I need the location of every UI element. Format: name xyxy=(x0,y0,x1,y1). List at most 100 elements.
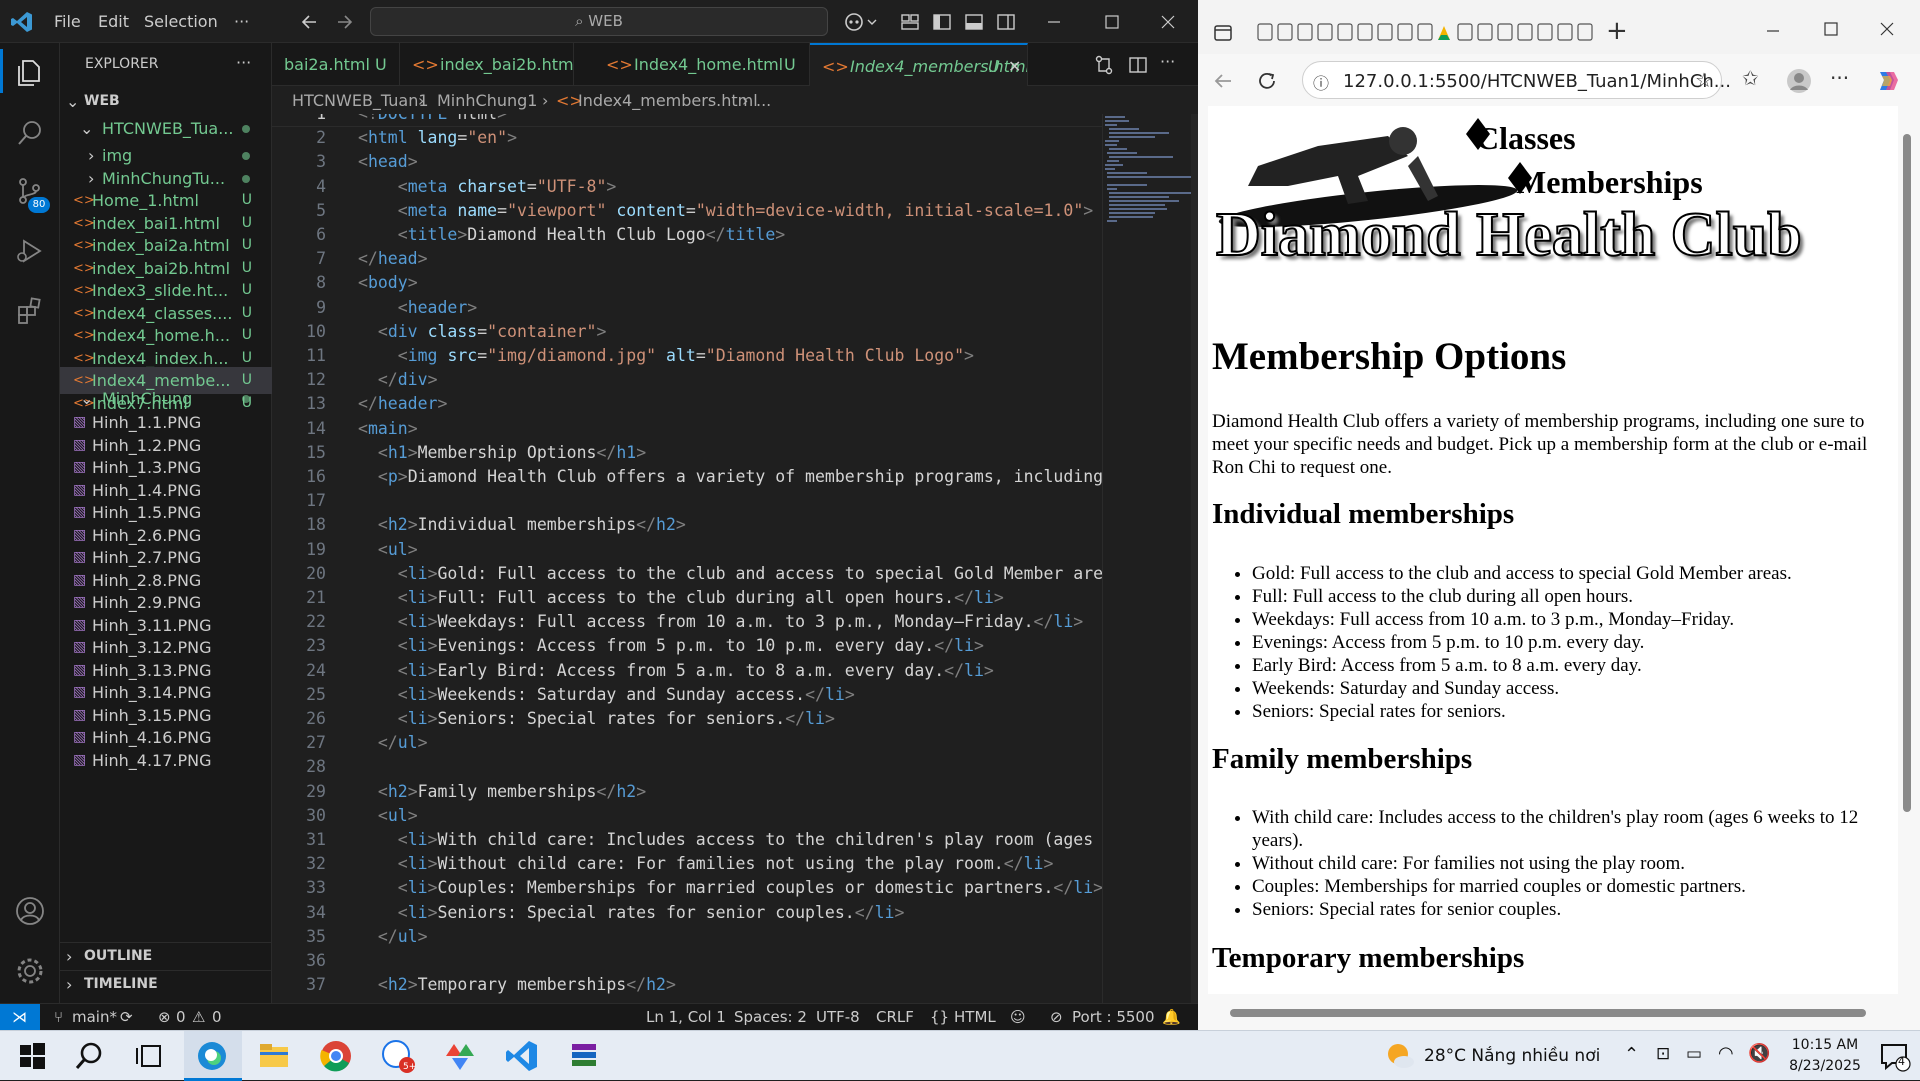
close-icon[interactable] xyxy=(1160,14,1176,30)
favorite-star-icon[interactable]: ☆ xyxy=(1695,68,1713,92)
code-line[interactable]: 7 </head> xyxy=(272,247,1102,271)
code-line[interactable]: 9 <header> xyxy=(272,296,1102,320)
chrome-icon[interactable] xyxy=(318,1038,354,1074)
new-tab-button[interactable]: + xyxy=(1606,16,1628,46)
tab-bai2a[interactable]: bai2a.html U xyxy=(272,43,400,86)
code-line[interactable]: 32 <li>Without child care: For families … xyxy=(272,852,1102,876)
close-tab-icon[interactable]: ✕ xyxy=(1008,45,1021,86)
browser-back-icon[interactable] xyxy=(1212,70,1234,92)
breadcrumb-folder2[interactable]: MinhChung1 xyxy=(437,88,537,114)
extensions-icon[interactable] xyxy=(14,295,46,327)
breadcrumb-symbol[interactable]: ... xyxy=(756,88,771,114)
error-count[interactable]: 0 xyxy=(176,1004,186,1030)
weather-text[interactable]: 28°C Nắng nhiều nơi xyxy=(1424,1046,1600,1066)
folder-minhchung[interactable]: ⌄ MinhChung xyxy=(60,385,272,412)
settings-more-button[interactable]: ··· xyxy=(1830,66,1849,90)
code-line[interactable]: 30 <ul> xyxy=(272,804,1102,828)
editor-more-actions[interactable]: ··· xyxy=(1160,52,1175,71)
weather-sun-icon[interactable] xyxy=(1382,1038,1418,1074)
code-line[interactable]: 19 <ul> xyxy=(272,538,1102,562)
tab-strip-icons[interactable] xyxy=(1256,22,1594,44)
remote-button[interactable]: ⋊ xyxy=(0,1004,40,1030)
back-arrow-icon[interactable] xyxy=(300,12,320,32)
forward-arrow-icon[interactable] xyxy=(334,12,354,32)
code-line[interactable]: 24 <li>Early Bird: Access from 5 a.m. to… xyxy=(272,659,1102,683)
code-line[interactable]: 36 xyxy=(272,949,1102,973)
code-line[interactable]: 37 <h2>Temporary memberships</h2> xyxy=(272,973,1102,997)
code-line[interactable]: 3 <head> xyxy=(272,150,1102,174)
tab-index4-home[interactable]: <> Index4_home.html U xyxy=(594,43,810,86)
task-view-icon[interactable] xyxy=(132,1038,168,1074)
edge-browser-icon[interactable] xyxy=(194,1038,230,1074)
minimap[interactable] xyxy=(1102,114,1199,1003)
vscode-logo-icon[interactable] xyxy=(10,10,34,34)
tab-index-bai2b[interactable]: <>index_bai2b.htmlU xyxy=(400,43,574,86)
refresh-icon[interactable] xyxy=(1256,70,1278,92)
browser-close-icon[interactable] xyxy=(1880,22,1894,36)
code-line[interactable]: 21 <li>Full: Full access to the club dur… xyxy=(272,586,1102,610)
layout-customize-icon[interactable] xyxy=(900,12,920,32)
volume-muted-icon[interactable]: 🔇 xyxy=(1748,1043,1770,1064)
battery-icon[interactable]: ▭ xyxy=(1686,1044,1702,1064)
code-line[interactable]: 16 <p>Diamond Health Club offers a varie… xyxy=(272,465,1102,489)
timeline-section[interactable]: › TIMELINE xyxy=(60,970,272,998)
menu-more[interactable]: ··· xyxy=(234,12,249,31)
winrar-icon[interactable] xyxy=(566,1038,602,1074)
code-line[interactable]: 26 <li>Seniors: Special rates for senior… xyxy=(272,707,1102,731)
maximize-icon[interactable] xyxy=(1104,14,1120,30)
breadcrumb-file[interactable]: Index4_members.html xyxy=(578,88,758,114)
split-editor-icon[interactable] xyxy=(1128,55,1148,75)
vertical-scroll-thumb[interactable] xyxy=(1903,134,1911,812)
code-line[interactable]: 34 <li>Seniors: Special rates for senior… xyxy=(272,901,1102,925)
indentation[interactable]: Spaces: 2 xyxy=(734,1004,807,1030)
taskbar-search-icon[interactable] xyxy=(72,1038,108,1074)
account-icon[interactable] xyxy=(14,895,46,927)
code-line[interactable]: 23 <li>Evenings: Access from 5 p.m. to 1… xyxy=(272,634,1102,658)
code-line[interactable]: 8 <body> xyxy=(272,271,1102,295)
clock[interactable]: 10:15 AM 8/23/2025 xyxy=(1780,1035,1870,1077)
code-line[interactable]: 12 </div> xyxy=(272,368,1102,392)
code-line[interactable]: 18 <h2>Individual memberships</h2> xyxy=(272,513,1102,537)
notification-center-icon[interactable] xyxy=(1876,1038,1912,1074)
encoding[interactable]: UTF-8 xyxy=(816,1004,860,1030)
code-line[interactable]: 28 xyxy=(272,755,1102,779)
toggle-secondary-sidebar-icon[interactable] xyxy=(996,12,1016,32)
windows-start-icon[interactable] xyxy=(14,1038,50,1074)
code-line[interactable]: 29 <h2>Family memberships</h2> xyxy=(272,780,1102,804)
show-hidden-icons-chevron-icon[interactable]: ⌃ xyxy=(1624,1044,1639,1065)
image-file-item[interactable]: ▧ Hinh_4.17.PNG xyxy=(60,747,272,774)
compare-changes-icon[interactable] xyxy=(1094,55,1114,75)
folder-htcnweb[interactable]: ⌄ HTCNWEB_Tua... xyxy=(60,115,272,142)
copilot-status-icon[interactable]: ☺ xyxy=(1010,1004,1026,1030)
messaging-app-icon[interactable]: 5+ xyxy=(380,1038,416,1074)
toggle-panel-icon[interactable] xyxy=(964,12,984,32)
code-line[interactable]: 17 xyxy=(272,489,1102,513)
sync-icon[interactable]: ⟳ xyxy=(120,1004,133,1030)
code-line[interactable]: 5 <meta name="viewport" content="width=d… xyxy=(272,199,1102,223)
toggle-primary-sidebar-icon[interactable] xyxy=(932,12,952,32)
copilot-browser-icon[interactable] xyxy=(1874,68,1900,94)
outline-section[interactable]: › OUTLINE xyxy=(60,942,272,970)
code-line[interactable]: 13 </header> xyxy=(272,392,1102,416)
search-icon[interactable] xyxy=(14,117,46,149)
menu-file[interactable]: File xyxy=(54,12,81,31)
code-line[interactable]: 15 <h1>Membership Options</h1> xyxy=(272,441,1102,465)
tab-index4-members[interactable]: <> Index4_members.html U ✕ xyxy=(810,43,1028,86)
notifications-bell-icon[interactable]: 🔔 xyxy=(1162,1004,1181,1030)
copilot-icon[interactable] xyxy=(844,12,878,32)
tab-actions-icon[interactable] xyxy=(1214,24,1232,42)
manage-gear-icon[interactable] xyxy=(14,955,46,987)
code-line[interactable]: 11 <img src="img/diamond.jpg" alt="Diamo… xyxy=(272,344,1102,368)
wifi-icon[interactable]: ◠ xyxy=(1718,1043,1734,1064)
minimize-icon[interactable] xyxy=(1046,14,1062,30)
horizontal-scrollbar[interactable] xyxy=(1208,1002,1898,1024)
horizontal-scroll-thumb[interactable] xyxy=(1230,1009,1866,1017)
file-explorer-icon[interactable] xyxy=(256,1038,292,1074)
warning-count[interactable]: 0 xyxy=(212,1004,222,1030)
explorer-files-icon[interactable] xyxy=(14,57,46,89)
cursor-position[interactable]: Ln 1, Col 1 xyxy=(646,1004,726,1030)
code-line[interactable]: 10 <div class="container"> xyxy=(272,320,1102,344)
site-info-icon[interactable]: ⓘ xyxy=(1313,70,1329,94)
colorful-app-icon[interactable] xyxy=(442,1038,478,1074)
workspace-root[interactable]: ⌄ WEB xyxy=(60,88,272,115)
